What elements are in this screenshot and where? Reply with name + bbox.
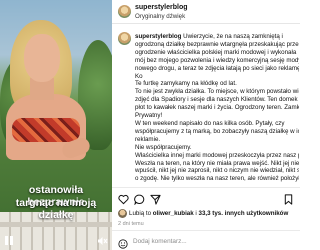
likes-prefix: Lubią to bbox=[129, 210, 153, 218]
caption-text: Uwierzycie, że na naszą zamkniętą i bbox=[183, 33, 283, 40]
comment-icon[interactable] bbox=[134, 192, 145, 206]
caption-line: superstylerblog Uwierzycie, że na naszą … bbox=[135, 33, 299, 41]
caption-line: reklamie. bbox=[135, 135, 161, 143]
comment-input[interactable] bbox=[133, 235, 283, 247]
reel-video[interactable]: ostanowiła bezprawnie targnąc na moją dz… bbox=[0, 0, 112, 250]
person-top bbox=[12, 118, 80, 142]
post-caption: superstylerblog Uwierzycie, że na naszą … bbox=[135, 33, 299, 191]
avatar bbox=[118, 209, 127, 218]
audio-label[interactable]: Oryginalny dźwięk bbox=[135, 13, 185, 20]
caption-line: współpracujemy z tą marką, bo zobaczyły … bbox=[135, 127, 299, 135]
caption-line: nowego drogu, a teraz te zdjęcia łatają … bbox=[135, 64, 299, 72]
caption-line: wpuścił, nikt jej nie zaprosił, nikt o n… bbox=[135, 167, 299, 175]
post-header: superstylerblog Oryginalny dźwięk bbox=[112, 0, 300, 24]
likes-count[interactable]: 33,3 tys. innych użytkowników bbox=[199, 210, 289, 217]
caption-line: Te furtkę zamykamy na kłódkę od lat. bbox=[135, 80, 237, 88]
person-face bbox=[24, 34, 60, 82]
instagram-post-viewer: ostanowiła bezprawnie targnąc na moją dz… bbox=[0, 0, 300, 250]
caption-line: ogrodzoną działkę bezprawnie wtargnęła p… bbox=[135, 40, 299, 48]
avatar[interactable] bbox=[118, 32, 131, 45]
post-panel: superstylerblog Oryginalny dźwięk supers… bbox=[112, 0, 300, 250]
caption-line: płot to kawałek naszej marki i życia. Og… bbox=[135, 104, 299, 112]
comment-box bbox=[112, 230, 300, 250]
heart-icon[interactable] bbox=[118, 192, 129, 205]
pause-icon[interactable] bbox=[5, 236, 15, 246]
share-icon[interactable] bbox=[150, 192, 161, 205]
mute-icon[interactable] bbox=[97, 236, 108, 246]
liker-username[interactable]: oliwer_kubiak bbox=[153, 210, 194, 217]
caption-line: mój bez mojego pozwolenia i wiedzy komer… bbox=[135, 56, 299, 64]
likes-summary[interactable]: Lubią to oliwer_kubiak i 33,3 tys. innyc… bbox=[118, 209, 298, 218]
caption-line: W ten weekend napisało do nas kilka osób… bbox=[135, 119, 285, 127]
bookmark-icon[interactable] bbox=[283, 192, 294, 205]
caption-line: To nie jest zwykła działka. To miejsce, … bbox=[135, 88, 299, 96]
caption-line: Ko bbox=[135, 72, 143, 80]
caption-line: ogrodzenie właścicielka polskiej marki m… bbox=[135, 48, 297, 56]
caption-line: Właścicielka innej marki modowej przesko… bbox=[135, 151, 299, 159]
post-date: 2 dni temu bbox=[118, 221, 144, 227]
author-username[interactable]: superstylerblog bbox=[135, 4, 188, 11]
video-caption-line: targnąc na moją działkę bbox=[15, 197, 97, 221]
action-bar bbox=[112, 187, 300, 206]
caption-line: zdjęć dla Spadiory i sesje dla naszych K… bbox=[135, 96, 299, 104]
avatar[interactable] bbox=[118, 5, 131, 18]
caption-username[interactable]: superstylerblog bbox=[135, 33, 181, 40]
caption-line: Nie współpracujemy. bbox=[135, 143, 192, 151]
caption-line: Prywatny! bbox=[135, 112, 163, 120]
fence-rail bbox=[0, 222, 112, 227]
emoji-icon[interactable] bbox=[118, 236, 128, 249]
caption-line: o zgodę. Nie tylko weszła na nasz teren,… bbox=[135, 175, 299, 183]
caption-line: Weszła na teren, na który nie miała praw… bbox=[135, 159, 299, 167]
